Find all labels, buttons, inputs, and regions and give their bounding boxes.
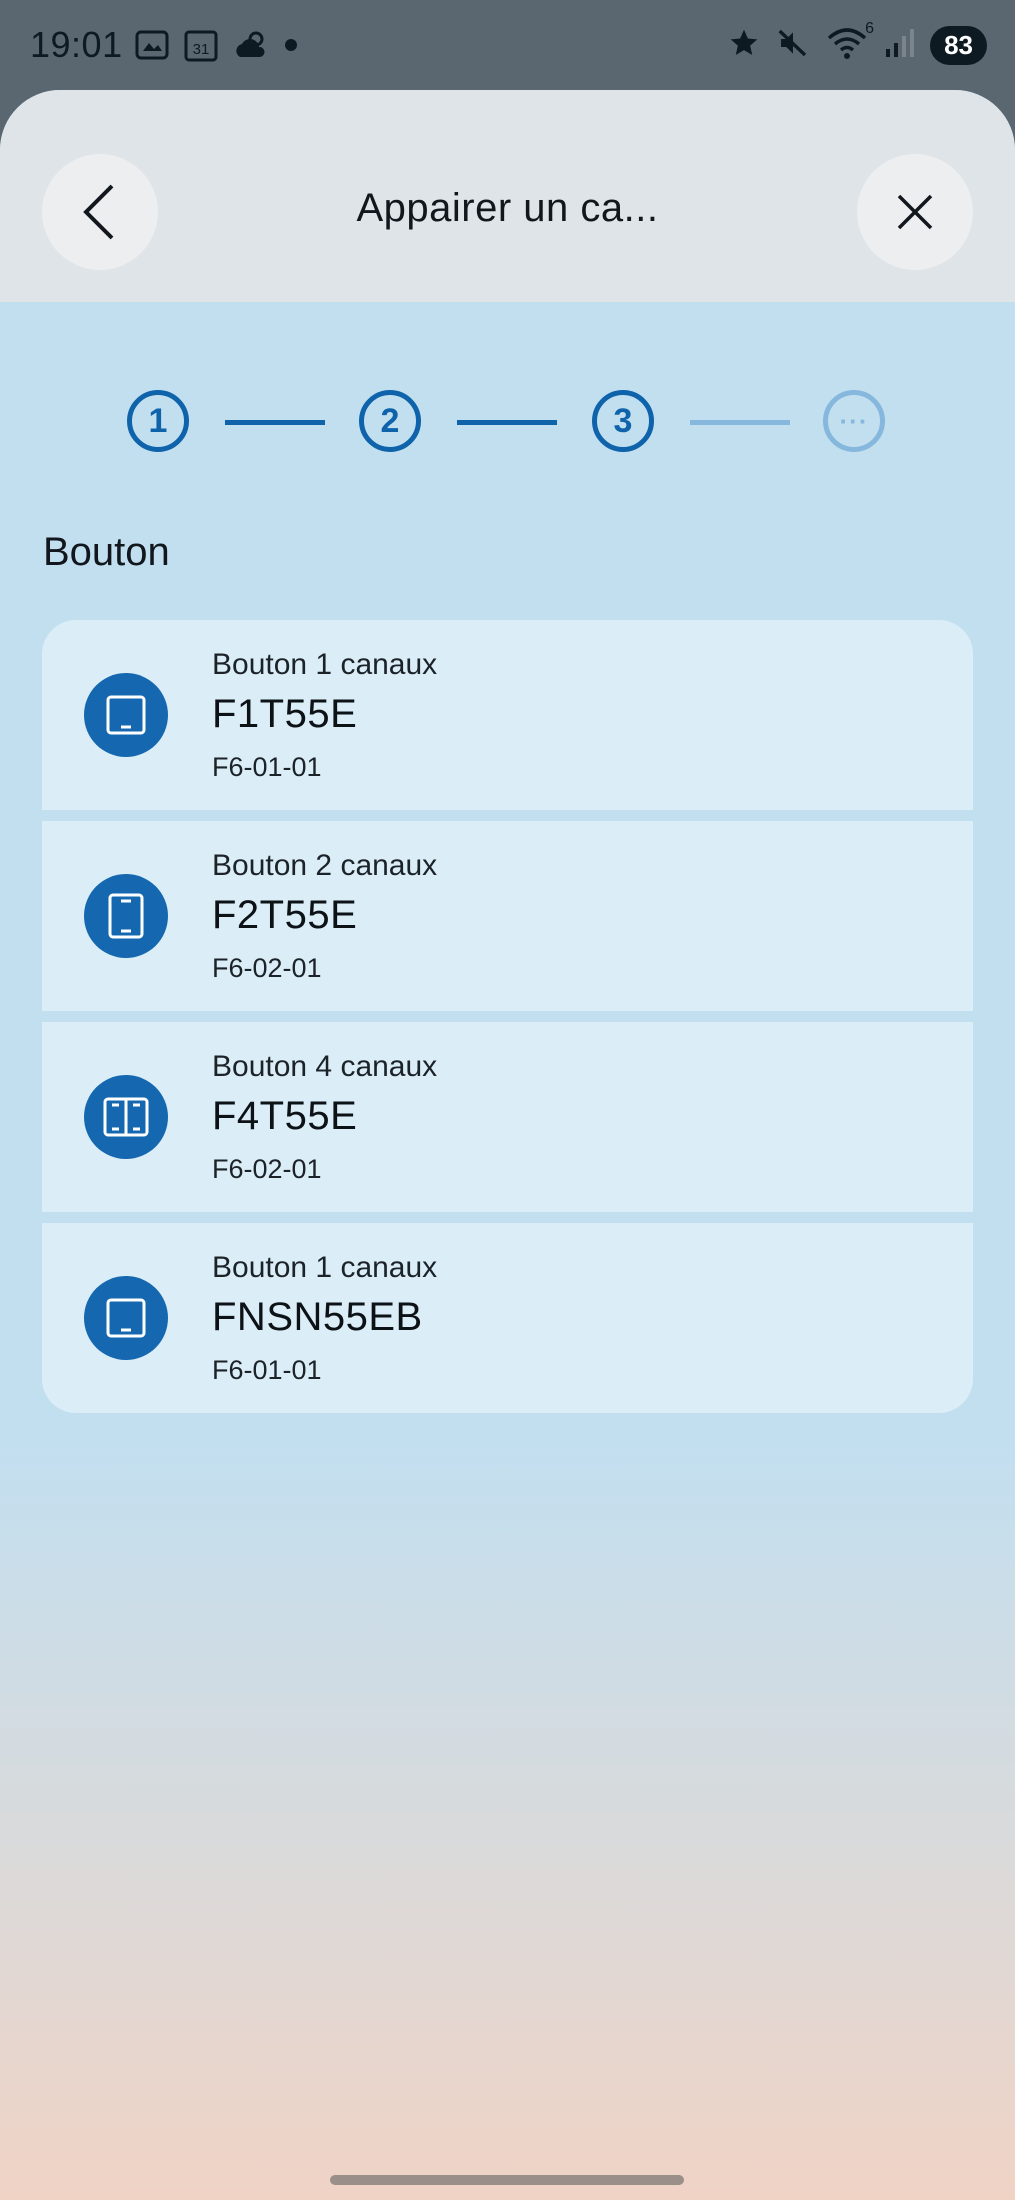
device-profile: F6-02-01 — [212, 953, 322, 983]
step-connector — [690, 420, 790, 425]
single-switch-icon — [84, 1276, 168, 1360]
quad-switch-icon — [84, 1075, 168, 1159]
mute-icon — [776, 27, 810, 64]
screenshot-icon — [134, 29, 170, 66]
device-category: Bouton 2 canaux — [212, 849, 438, 882]
device-category: Bouton 1 canaux — [212, 1251, 438, 1284]
notification-dot-icon — [284, 38, 298, 57]
close-icon — [897, 194, 933, 230]
wifi-icon: 6 — [826, 20, 874, 65]
step-more: ··· — [823, 390, 885, 452]
status-notifications: 31 — [134, 28, 298, 67]
step-connector — [457, 420, 557, 425]
device-model: F2T55E — [212, 893, 358, 937]
device-category: Bouton 1 canaux — [212, 648, 438, 681]
calendar-icon: 31 — [184, 28, 218, 67]
list-item[interactable]: Bouton 1 canaux FNSN55EB F6-01-01 — [42, 1223, 973, 1413]
close-button[interactable] — [857, 154, 973, 270]
weather-cloudy-icon — [232, 29, 270, 66]
device-category: Bouton 4 canaux — [212, 1050, 438, 1083]
star-icon — [728, 27, 760, 64]
device-model: F1T55E — [212, 692, 358, 736]
device-profile: F6-02-01 — [212, 1154, 322, 1184]
list-item[interactable]: Bouton 4 canaux F4T55E F6-02-01 — [42, 1022, 973, 1212]
status-time: 19:01 — [30, 24, 123, 65]
section-title: Bouton — [43, 530, 170, 574]
double-rocker-switch-icon — [84, 874, 168, 958]
device-model: FNSN55EB — [212, 1295, 423, 1339]
list-item[interactable]: Bouton 2 canaux F2T55E F6-02-01 — [42, 821, 973, 1011]
device-profile: F6-01-01 — [212, 752, 322, 782]
home-indicator[interactable] — [330, 2175, 684, 2185]
device-model: F4T55E — [212, 1094, 358, 1138]
single-switch-icon — [84, 673, 168, 757]
calendar-day: 31 — [193, 41, 210, 58]
wifi-badge: 6 — [865, 20, 875, 37]
list-item[interactable]: Bouton 1 canaux F1T55E F6-01-01 — [42, 620, 973, 810]
sheet-header: Appairer un ca... — [0, 90, 1015, 302]
signal-icon — [884, 27, 915, 64]
device-profile: F6-01-01 — [212, 1355, 322, 1385]
status-bar: 19:01 31 6 83 — [0, 0, 1015, 92]
device-list: Bouton 1 canaux F1T55E F6-01-01 Bouton 2… — [42, 620, 973, 1413]
step-1: 1 — [127, 390, 189, 452]
battery-level: 83 — [930, 26, 987, 65]
step-2: 2 — [359, 390, 421, 452]
step-3: 3 — [592, 390, 654, 452]
step-connector — [225, 420, 325, 425]
status-system-icons: 6 83 — [728, 20, 987, 65]
